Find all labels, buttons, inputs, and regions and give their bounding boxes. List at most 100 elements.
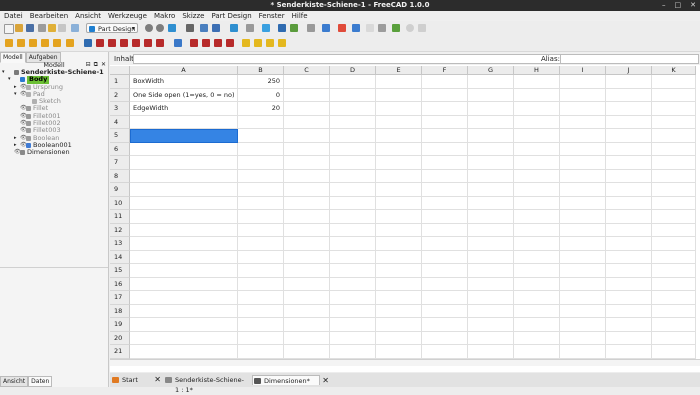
cell-c3[interactable]: [284, 102, 330, 116]
cell-a4[interactable]: [130, 115, 238, 129]
close-window-button[interactable]: ✕: [690, 0, 696, 11]
std-view-icon[interactable]: [186, 24, 194, 32]
pocket-icon[interactable]: [84, 39, 92, 47]
cell-a11[interactable]: [130, 210, 238, 224]
cell-g1[interactable]: [468, 75, 514, 89]
cell-e1[interactable]: [376, 75, 422, 89]
row-header[interactable]: 12: [110, 223, 130, 237]
close-tab-icon[interactable]: ✕: [322, 376, 329, 386]
cell-j13[interactable]: [606, 237, 652, 251]
cell-a16[interactable]: [130, 277, 238, 291]
row-header[interactable]: 3: [110, 102, 130, 116]
zoom-fit-icon[interactable]: [145, 24, 153, 32]
cell-k5[interactable]: [652, 129, 696, 143]
cell-e12[interactable]: [376, 223, 422, 237]
cell-g12[interactable]: [468, 223, 514, 237]
cell-k14[interactable]: [652, 250, 696, 264]
cell-a21[interactable]: [130, 345, 238, 359]
cell-b17[interactable]: [238, 291, 284, 305]
cell-a7[interactable]: [130, 156, 238, 170]
boolean-icon[interactable]: [174, 39, 182, 47]
cell-d12[interactable]: [330, 223, 376, 237]
cell-f7[interactable]: [422, 156, 468, 170]
cell-e11[interactable]: [376, 210, 422, 224]
cell-c13[interactable]: [284, 237, 330, 251]
cell-f16[interactable]: [422, 277, 468, 291]
zoom-selection-icon[interactable]: [156, 24, 164, 32]
cell-g14[interactable]: [468, 250, 514, 264]
cell-a5[interactable]: [130, 129, 238, 143]
cell-k4[interactable]: [652, 115, 696, 129]
cell-h16[interactable]: [514, 277, 560, 291]
cell-i2[interactable]: [560, 88, 606, 102]
open-folder-icon[interactable]: [15, 24, 23, 32]
cell-c15[interactable]: [284, 264, 330, 278]
row-header[interactable]: 13: [110, 237, 130, 251]
row-header[interactable]: 11: [110, 210, 130, 224]
cell-h7[interactable]: [514, 156, 560, 170]
thickness-icon[interactable]: [226, 39, 234, 47]
minimize-button[interactable]: –: [662, 0, 666, 11]
row-header[interactable]: 19: [110, 318, 130, 332]
cell-k15[interactable]: [652, 264, 696, 278]
cell-h3[interactable]: [514, 102, 560, 116]
save-icon[interactable]: [26, 24, 34, 32]
row-header[interactable]: 7: [110, 156, 130, 170]
cell-h1[interactable]: [514, 75, 560, 89]
cell-g21[interactable]: [468, 345, 514, 359]
cell-d6[interactable]: [330, 142, 376, 156]
cell-c6[interactable]: [284, 142, 330, 156]
cell-f6[interactable]: [422, 142, 468, 156]
cell-d7[interactable]: [330, 156, 376, 170]
cell-b15[interactable]: [238, 264, 284, 278]
cell-j8[interactable]: [606, 169, 652, 183]
cell-i7[interactable]: [560, 156, 606, 170]
cell-f4[interactable]: [422, 115, 468, 129]
cell-i10[interactable]: [560, 196, 606, 210]
cell-e16[interactable]: [376, 277, 422, 291]
new-document-icon[interactable]: [4, 24, 14, 34]
cell-b9[interactable]: [238, 183, 284, 197]
revolution-icon[interactable]: [17, 39, 25, 47]
cell-f19[interactable]: [422, 318, 468, 332]
cell-h13[interactable]: [514, 237, 560, 251]
menu-datei[interactable]: Datei: [4, 11, 23, 21]
map-sketch-icon[interactable]: [352, 24, 360, 32]
cell-b19[interactable]: [238, 318, 284, 332]
cell-h12[interactable]: [514, 223, 560, 237]
cell-j1[interactable]: [606, 75, 652, 89]
cell-h18[interactable]: [514, 304, 560, 318]
cell-k19[interactable]: [652, 318, 696, 332]
cell-k3[interactable]: [652, 102, 696, 116]
cell-g10[interactable]: [468, 196, 514, 210]
cell-f17[interactable]: [422, 291, 468, 305]
settings-icon[interactable]: [406, 24, 414, 32]
cell-h11[interactable]: [514, 210, 560, 224]
document-tab[interactable]: Dimensionen* ✕: [252, 375, 329, 385]
cell-c7[interactable]: [284, 156, 330, 170]
cell-a6[interactable]: [130, 142, 238, 156]
cell-i17[interactable]: [560, 291, 606, 305]
cell-j5[interactable]: [606, 129, 652, 143]
refresh-icon[interactable]: [71, 24, 79, 32]
cell-i14[interactable]: [560, 250, 606, 264]
cell-e9[interactable]: [376, 183, 422, 197]
tree-item[interactable]: 👁 Dimensionen: [0, 148, 108, 156]
cell-d15[interactable]: [330, 264, 376, 278]
cell-k16[interactable]: [652, 277, 696, 291]
menu-bearbeiten[interactable]: Bearbeiten: [30, 11, 68, 21]
cell-g17[interactable]: [468, 291, 514, 305]
cell-i15[interactable]: [560, 264, 606, 278]
cell-a9[interactable]: [130, 183, 238, 197]
cell-j21[interactable]: [606, 345, 652, 359]
row-header[interactable]: 9: [110, 183, 130, 197]
cell-b11[interactable]: [238, 210, 284, 224]
tree-item[interactable]: ▸ 👁 Ursprung: [0, 83, 108, 91]
cell-a1[interactable]: BoxWidth: [130, 75, 238, 89]
row-header[interactable]: 21: [110, 345, 130, 359]
column-header-h[interactable]: H: [514, 66, 560, 75]
mirrored-icon[interactable]: [242, 39, 250, 47]
cell-k8[interactable]: [652, 169, 696, 183]
cell-i4[interactable]: [560, 115, 606, 129]
cell-c10[interactable]: [284, 196, 330, 210]
